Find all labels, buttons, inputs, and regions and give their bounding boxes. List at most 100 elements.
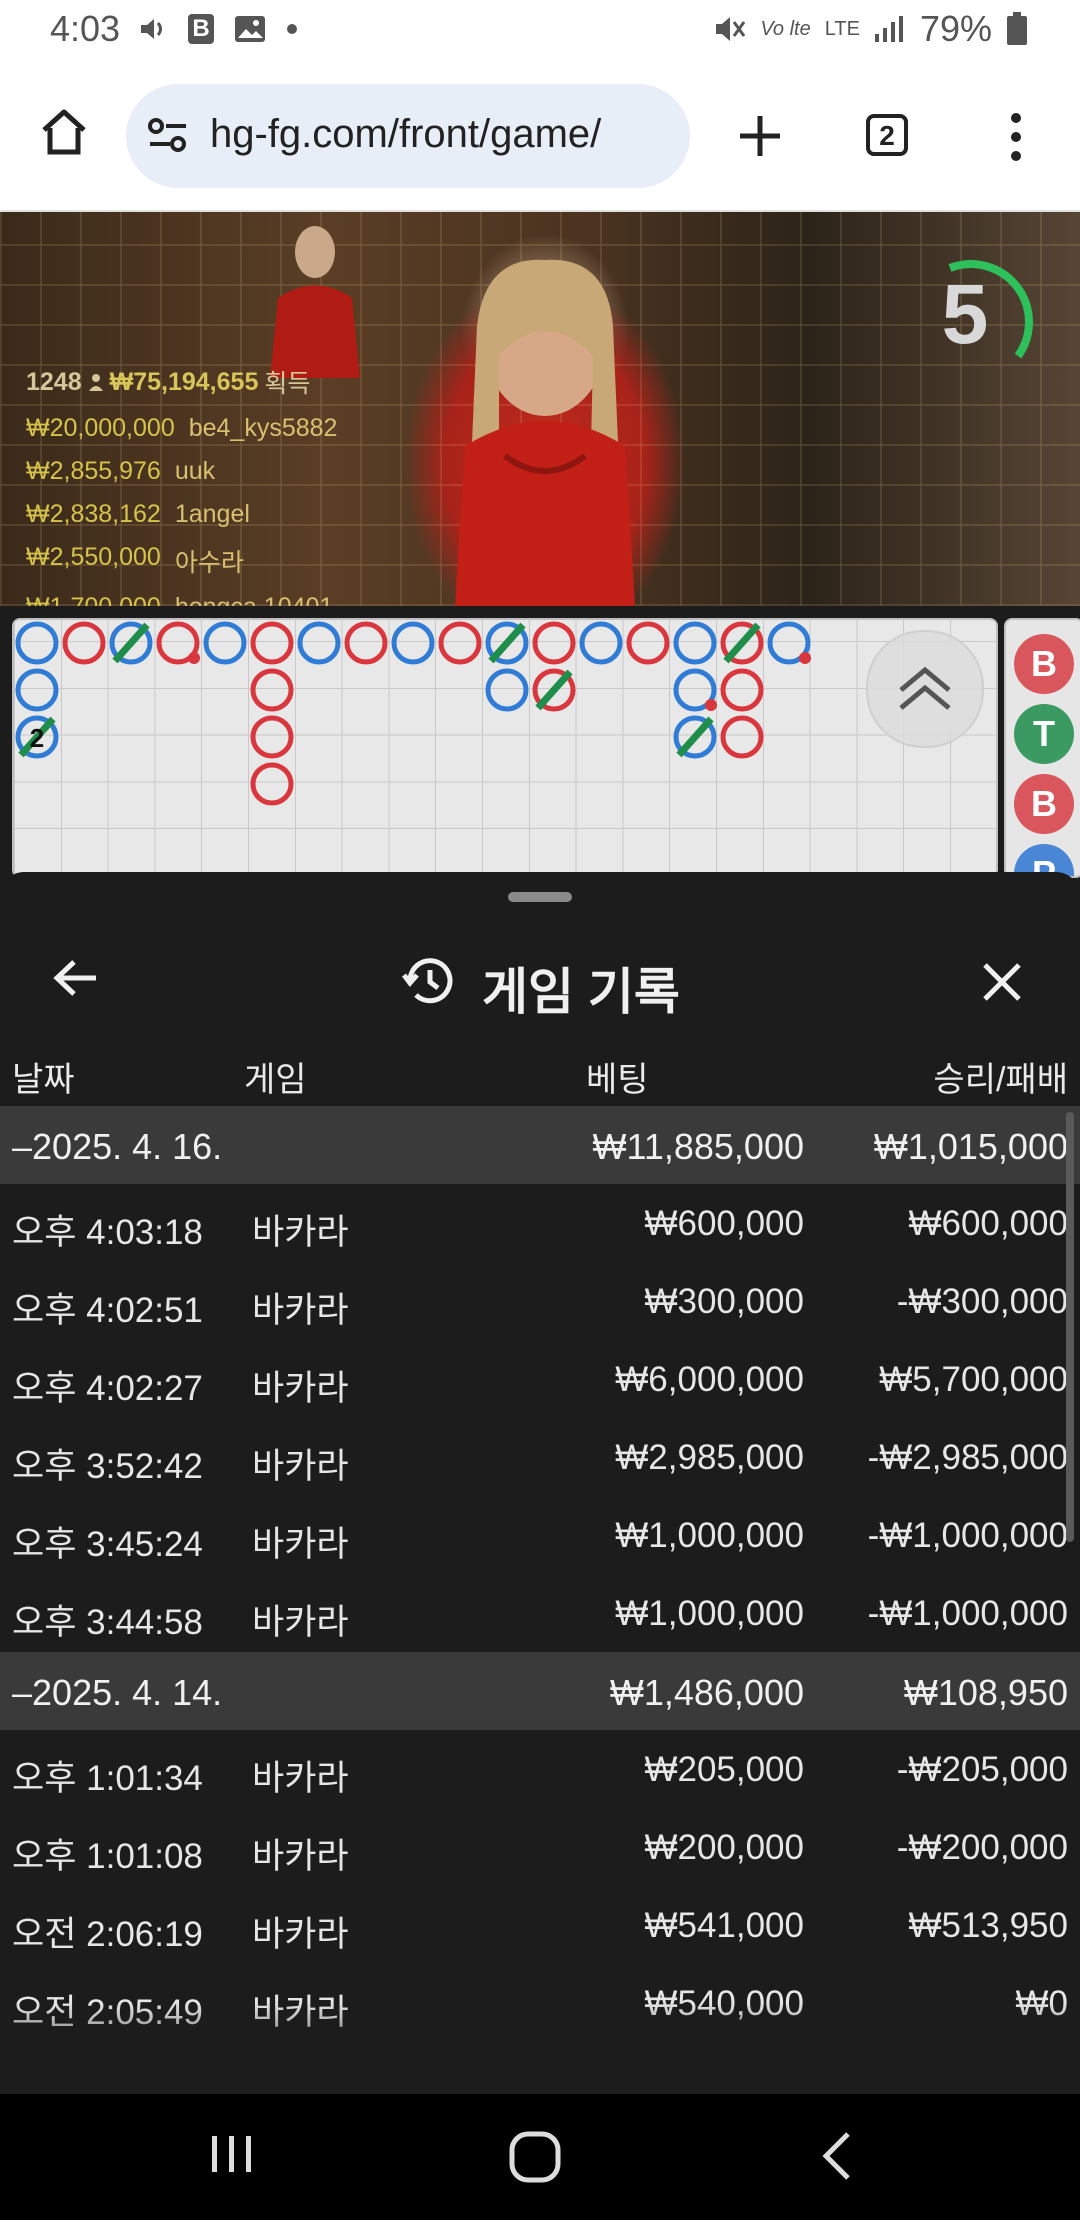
new-tab-icon[interactable] (738, 114, 782, 158)
row-game: 바카라 (252, 1213, 349, 1252)
row-result: -₩2,985,000 (867, 1438, 1068, 1477)
date-group-row[interactable]: –2025. 4. 16. ₩11,885,000 ₩1,015,000 (0, 1106, 1080, 1184)
banker-bead (62, 621, 106, 665)
row-time: 오후 3:52:42 (12, 1447, 203, 1486)
banker-bead (344, 621, 388, 665)
back-icon[interactable] (818, 2130, 858, 2182)
row-result: ₩600,000 (908, 1204, 1068, 1243)
column-date: 날짜 (12, 1061, 75, 1099)
banker-bead (250, 715, 294, 759)
tie-ask-button[interactable]: T (1014, 704, 1074, 764)
player-bead (673, 621, 717, 665)
group-result-total: ₩108,950 (903, 1672, 1068, 1713)
sheet-scrollbar[interactable] (1066, 1112, 1074, 1542)
history-row[interactable]: 오후 1:01:08 바카라 ₩200,000 -₩200,000 (0, 1808, 1080, 1886)
banker-ask-button[interactable]: B (1014, 774, 1074, 834)
winner-count: 1248 (26, 367, 82, 396)
back-arrow-icon[interactable] (52, 958, 98, 998)
winner-row: ₩2,550,000 아수라 (26, 543, 337, 579)
bead-road[interactable]: 2 (12, 618, 998, 878)
home-button-icon[interactable] (508, 2130, 562, 2184)
row-result: ₩5,700,000 (879, 1360, 1068, 1399)
game-history-sheet: 게임 기록 날짜 게임 베팅 승리/패배 –2025. 4. 16. ₩11,8… (0, 872, 1080, 2094)
row-time: 오후 3:44:58 (12, 1603, 203, 1642)
group-bet-total: ₩11,885,000 (592, 1126, 804, 1167)
countdown-number: 5 (941, 267, 989, 361)
b-app-icon: B (188, 14, 214, 44)
row-result: -₩300,000 (896, 1282, 1068, 1321)
history-row[interactable]: 오전 2:06:19 바카라 ₩541,000 ₩513,950 (0, 1886, 1080, 1964)
history-row[interactable]: 오후 3:45:24 바카라 ₩1,000,000 -₩1,000,000 (0, 1496, 1080, 1574)
group-bet-total: ₩1,486,000 (609, 1672, 804, 1713)
winner-amount: ₩20,000,000 (26, 414, 175, 442)
banker-bead (720, 715, 764, 759)
player-bead (15, 668, 59, 712)
status-bar: 4:03 B Vo lte LTE 79% (0, 0, 1080, 64)
banker-bead (250, 668, 294, 712)
row-time: 오후 4:03:18 (12, 1213, 203, 1252)
row-game: 바카라 (252, 1369, 349, 1408)
list-fade-overlay (0, 2002, 1080, 2094)
row-game: 바카라 (252, 1759, 349, 1798)
row-result: -₩1,000,000 (867, 1516, 1068, 1555)
row-result: ₩513,950 (908, 1906, 1068, 1945)
banker-pair-dot (188, 652, 200, 664)
history-row[interactable]: 오후 3:52:42 바카라 ₩2,985,000 -₩2,985,000 (0, 1418, 1080, 1496)
player-bead (579, 621, 623, 665)
player-bead (391, 621, 435, 665)
winner-amount: ₩2,550,000 (26, 543, 161, 571)
winner-name: uuk (174, 457, 216, 485)
winner-name: hongca 10401 (175, 593, 333, 606)
history-row[interactable]: 오후 4:03:18 바카라 ₩600,000 ₩600,000 (0, 1184, 1080, 1262)
url-text[interactable]: hg-fg.com/front/game/ (210, 112, 680, 157)
status-time: 4:03 (50, 8, 121, 49)
banker-ask-button[interactable]: B (1014, 634, 1074, 694)
site-settings-icon[interactable] (146, 114, 190, 158)
row-game: 바카라 (252, 1291, 349, 1330)
winner-row: ₩2,838,162 1angel (26, 500, 337, 529)
history-row[interactable]: 오후 1:01:34 바카라 ₩205,000 -₩205,000 (0, 1730, 1080, 1808)
column-game: 게임 (244, 1061, 307, 1099)
system-nav-bar (0, 2094, 1080, 2220)
winner-amount: ₩1,700,000 (26, 593, 161, 606)
history-row[interactable]: 오후 4:02:51 바카라 ₩300,000 -₩300,000 (0, 1262, 1080, 1340)
person-icon (88, 374, 103, 391)
winner-name: 1angel (174, 500, 250, 528)
sheet-header: 게임 기록 (0, 928, 1080, 1024)
sheet-title: 게임 기록 (482, 964, 680, 1020)
tab-switcher-icon[interactable]: 2 (866, 114, 908, 156)
winners-header: 1248 ₩75,194,655 획득 (26, 364, 337, 400)
history-row[interactable]: 오후 4:02:27 바카라 ₩6,000,000 ₩5,700,000 (0, 1340, 1080, 1418)
background-dealer-image (270, 226, 360, 378)
address-bar[interactable]: hg-fg.com/front/game/ (126, 84, 690, 188)
player-bead (203, 621, 247, 665)
double-chevron-up-icon (899, 666, 951, 710)
home-icon[interactable] (38, 106, 90, 158)
column-result: 승리/패배 (933, 1061, 1068, 1099)
history-icon (402, 958, 453, 1004)
winner-row: ₩20,000,000 be4_kys5882 (26, 414, 337, 443)
history-row[interactable]: 오후 3:44:58 바카라 ₩1,000,000 -₩1,000,000 (0, 1574, 1080, 1652)
history-table-body: –2025. 4. 16. ₩11,885,000 ₩1,015,000 오후 … (0, 1106, 1080, 2042)
date-group-row[interactable]: –2025. 4. 14. ₩1,486,000 ₩108,950 (0, 1652, 1080, 1730)
row-time: 오전 2:06:19 (12, 1915, 203, 1954)
close-icon[interactable] (982, 962, 1022, 1002)
sheet-drag-handle[interactable] (508, 892, 572, 902)
winners-overlay: 1248 ₩75,194,655 획득 ₩20,000,000 be4_kys58… (26, 364, 337, 607)
history-table-header: 날짜 게임 베팅 승리/패배 (0, 1042, 1080, 1106)
dot-icon (287, 24, 297, 34)
row-game: 바카라 (252, 1915, 349, 1954)
signal-icon (874, 16, 903, 42)
player-bead (15, 621, 59, 665)
expand-road-button[interactable] (866, 630, 984, 748)
banker-pair-dot (799, 652, 811, 664)
row-game: 바카라 (252, 1447, 349, 1486)
battery-percent: 79% (919, 8, 992, 49)
bead-road-marks: 2 (15, 621, 811, 806)
network-label: LTE (824, 17, 860, 40)
row-result: -₩1,000,000 (867, 1594, 1068, 1633)
menu-icon[interactable] (1004, 112, 1028, 162)
ask-road-panel: B T B P (1004, 618, 1080, 878)
winner-amount: ₩2,855,976 (26, 457, 161, 485)
recent-apps-icon[interactable] (208, 2130, 256, 2178)
